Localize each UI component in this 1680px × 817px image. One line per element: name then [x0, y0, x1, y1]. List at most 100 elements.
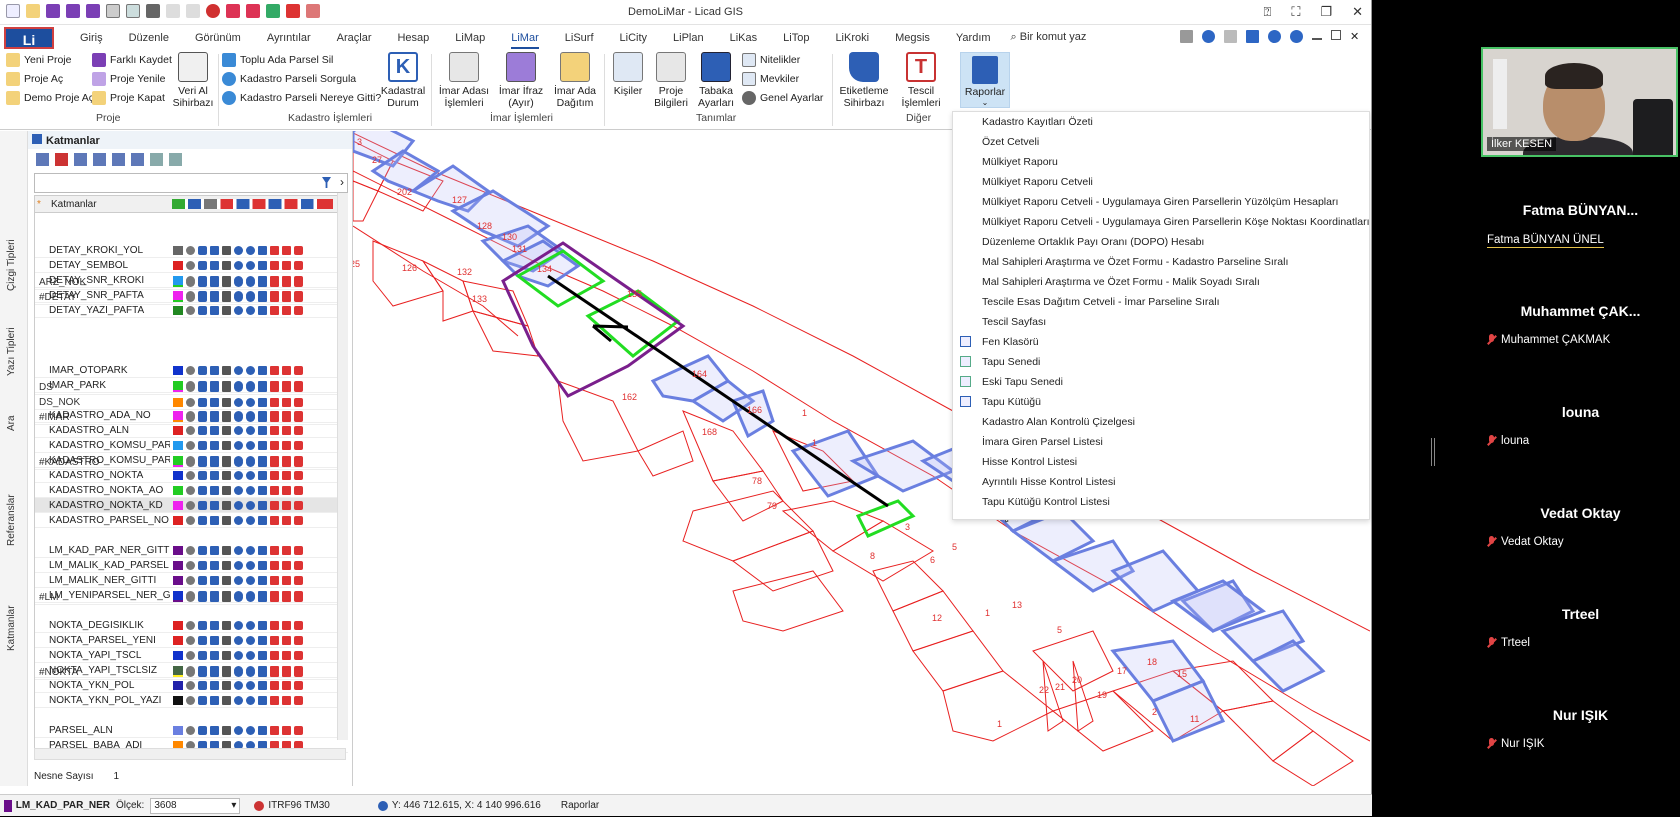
- hatch-icon[interactable]: [282, 440, 291, 450]
- layer-color-swatch[interactable]: [173, 290, 183, 300]
- text-icon[interactable]: [258, 590, 267, 600]
- label-icon[interactable]: [246, 470, 255, 480]
- print-toggle-icon[interactable]: [222, 425, 231, 435]
- label-icon[interactable]: [246, 545, 255, 555]
- report-menu-item[interactable]: Tapu Kütüğü: [953, 392, 1369, 412]
- tab-references[interactable]: Referanslar: [6, 494, 17, 546]
- fill-icon[interactable]: [270, 410, 279, 420]
- text-icon[interactable]: [258, 455, 267, 465]
- text-icon[interactable]: [258, 365, 267, 375]
- active-layer-indicator[interactable]: LM_KAD_PAR_NER: [0, 795, 110, 817]
- snap-icon[interactable]: [234, 425, 243, 435]
- text-icon[interactable]: [258, 680, 267, 690]
- label-icon[interactable]: [246, 455, 255, 465]
- lock-icon[interactable]: [198, 275, 207, 285]
- layer-style-icon[interactable]: [210, 485, 219, 495]
- layer-style-icon[interactable]: [210, 260, 219, 270]
- text-icon[interactable]: [258, 290, 267, 300]
- registration-button[interactable]: T Tescil İşlemleri: [896, 52, 946, 109]
- hatch-icon[interactable]: [282, 650, 291, 660]
- layer-style-icon[interactable]: [210, 590, 219, 600]
- brush-icon[interactable]: [294, 455, 303, 465]
- fill-icon[interactable]: [270, 440, 279, 450]
- layer-style-icon[interactable]: [210, 380, 219, 390]
- visibility-toggle-icon[interactable]: [186, 425, 195, 435]
- layer-style-icon[interactable]: [210, 245, 219, 255]
- fill-icon[interactable]: [270, 290, 279, 300]
- snap-icon[interactable]: [234, 665, 243, 675]
- layer-style-icon[interactable]: [210, 560, 219, 570]
- print-toggle-icon[interactable]: [222, 515, 231, 525]
- fill-icon[interactable]: [270, 425, 279, 435]
- snap-icon[interactable]: [234, 455, 243, 465]
- book-icon[interactable]: [1246, 30, 1259, 43]
- layer-row[interactable]: DETAY_SNR_KROKI: [35, 273, 348, 288]
- layer-row[interactable]: KADASTRO_KOMSU_PAR...: [35, 453, 348, 468]
- report-menu-item[interactable]: İmara Giren Parsel Listesi: [953, 432, 1369, 452]
- layer-style-icon[interactable]: [210, 305, 219, 315]
- report-menu-item[interactable]: Tescil Sayfası: [953, 312, 1369, 332]
- command-search[interactable]: ⌕ Bir komut yaz: [1011, 31, 1087, 44]
- brush-icon[interactable]: [294, 545, 303, 555]
- participant-tile[interactable]: Muhammet ÇAK... Muhammet ÇAKMAK: [1481, 283, 1680, 391]
- label-icon[interactable]: [246, 290, 255, 300]
- lock-icon[interactable]: [198, 515, 207, 525]
- visibility-toggle-icon[interactable]: [186, 470, 195, 480]
- layer-color-swatch[interactable]: [173, 545, 183, 555]
- layer-down-icon[interactable]: [93, 153, 106, 166]
- print-toggle-icon[interactable]: [222, 665, 231, 675]
- fill-icon[interactable]: [270, 545, 279, 555]
- layer-copy-icon[interactable]: [112, 153, 125, 166]
- brush-icon[interactable]: [294, 695, 303, 705]
- layer-color-swatch[interactable]: [173, 635, 183, 645]
- layer-row[interactable]: KADASTRO_NOKTA_AO: [35, 483, 348, 498]
- brush-icon[interactable]: [294, 275, 303, 285]
- visibility-toggle-icon[interactable]: [186, 515, 195, 525]
- visibility-toggle-icon[interactable]: [186, 455, 195, 465]
- menu-araclar[interactable]: Araçlar: [337, 32, 372, 44]
- expand-all-icon[interactable]: [150, 153, 163, 166]
- hatch-icon[interactable]: [282, 575, 291, 585]
- layer-style-icon[interactable]: [210, 500, 219, 510]
- fill-icon[interactable]: [270, 380, 279, 390]
- layer-row[interactable]: NOKTA_YAPI_TSCL: [35, 648, 348, 663]
- fill-icon[interactable]: [270, 245, 279, 255]
- layer-style-icon[interactable]: [210, 470, 219, 480]
- layer-style-icon[interactable]: [210, 515, 219, 525]
- snap-icon[interactable]: [234, 680, 243, 690]
- hatch-icon[interactable]: [282, 397, 291, 407]
- layer-row[interactable]: LM_YENIPARSEL_NER_GE...: [35, 588, 348, 603]
- brush-icon[interactable]: [294, 650, 303, 660]
- snap-icon[interactable]: [234, 575, 243, 585]
- brush-icon[interactable]: [294, 425, 303, 435]
- layer-color-swatch[interactable]: [173, 620, 183, 630]
- menu-liplan[interactable]: LiPlan: [673, 32, 704, 44]
- text-icon[interactable]: [258, 380, 267, 390]
- hatch-icon[interactable]: [282, 380, 291, 390]
- report-menu-item[interactable]: Kadastro Kayıtları Özeti: [953, 112, 1369, 132]
- participant-tile[interactable]: louna louna: [1481, 384, 1680, 492]
- zoning-distribution-button[interactable]: İmar Ada Dağıtım: [550, 52, 600, 109]
- snap-icon[interactable]: [234, 695, 243, 705]
- layer-row[interactable]: KADASTRO_NOKTA: [35, 468, 348, 483]
- tab-line-types[interactable]: Çizgi Tipleri: [6, 239, 17, 291]
- layer-color-swatch[interactable]: [173, 590, 183, 600]
- print-toggle-icon[interactable]: [222, 440, 231, 450]
- text-icon[interactable]: [258, 650, 267, 660]
- layer-color-swatch[interactable]: [173, 245, 183, 255]
- hatch-icon[interactable]: [282, 515, 291, 525]
- layer-color-swatch[interactable]: [173, 560, 183, 570]
- layer-row[interactable]: KADASTRO_ALN: [35, 423, 348, 438]
- brush-icon[interactable]: [294, 485, 303, 495]
- persons-button[interactable]: Kişiler: [608, 52, 648, 97]
- tab-layers[interactable]: Katmanlar: [6, 605, 17, 651]
- refresh-project-button[interactable]: Proje Yenile: [92, 72, 165, 86]
- layer-color-swatch[interactable]: [173, 365, 183, 375]
- fill-icon[interactable]: [270, 590, 279, 600]
- lock-icon[interactable]: [198, 397, 207, 407]
- label-icon[interactable]: [246, 260, 255, 270]
- layer-row[interactable]: KADASTRO_PARSEL_NO: [35, 513, 348, 528]
- visibility-toggle-icon[interactable]: [186, 380, 195, 390]
- layer-color-swatch[interactable]: [173, 485, 183, 495]
- visibility-toggle-icon[interactable]: [186, 397, 195, 407]
